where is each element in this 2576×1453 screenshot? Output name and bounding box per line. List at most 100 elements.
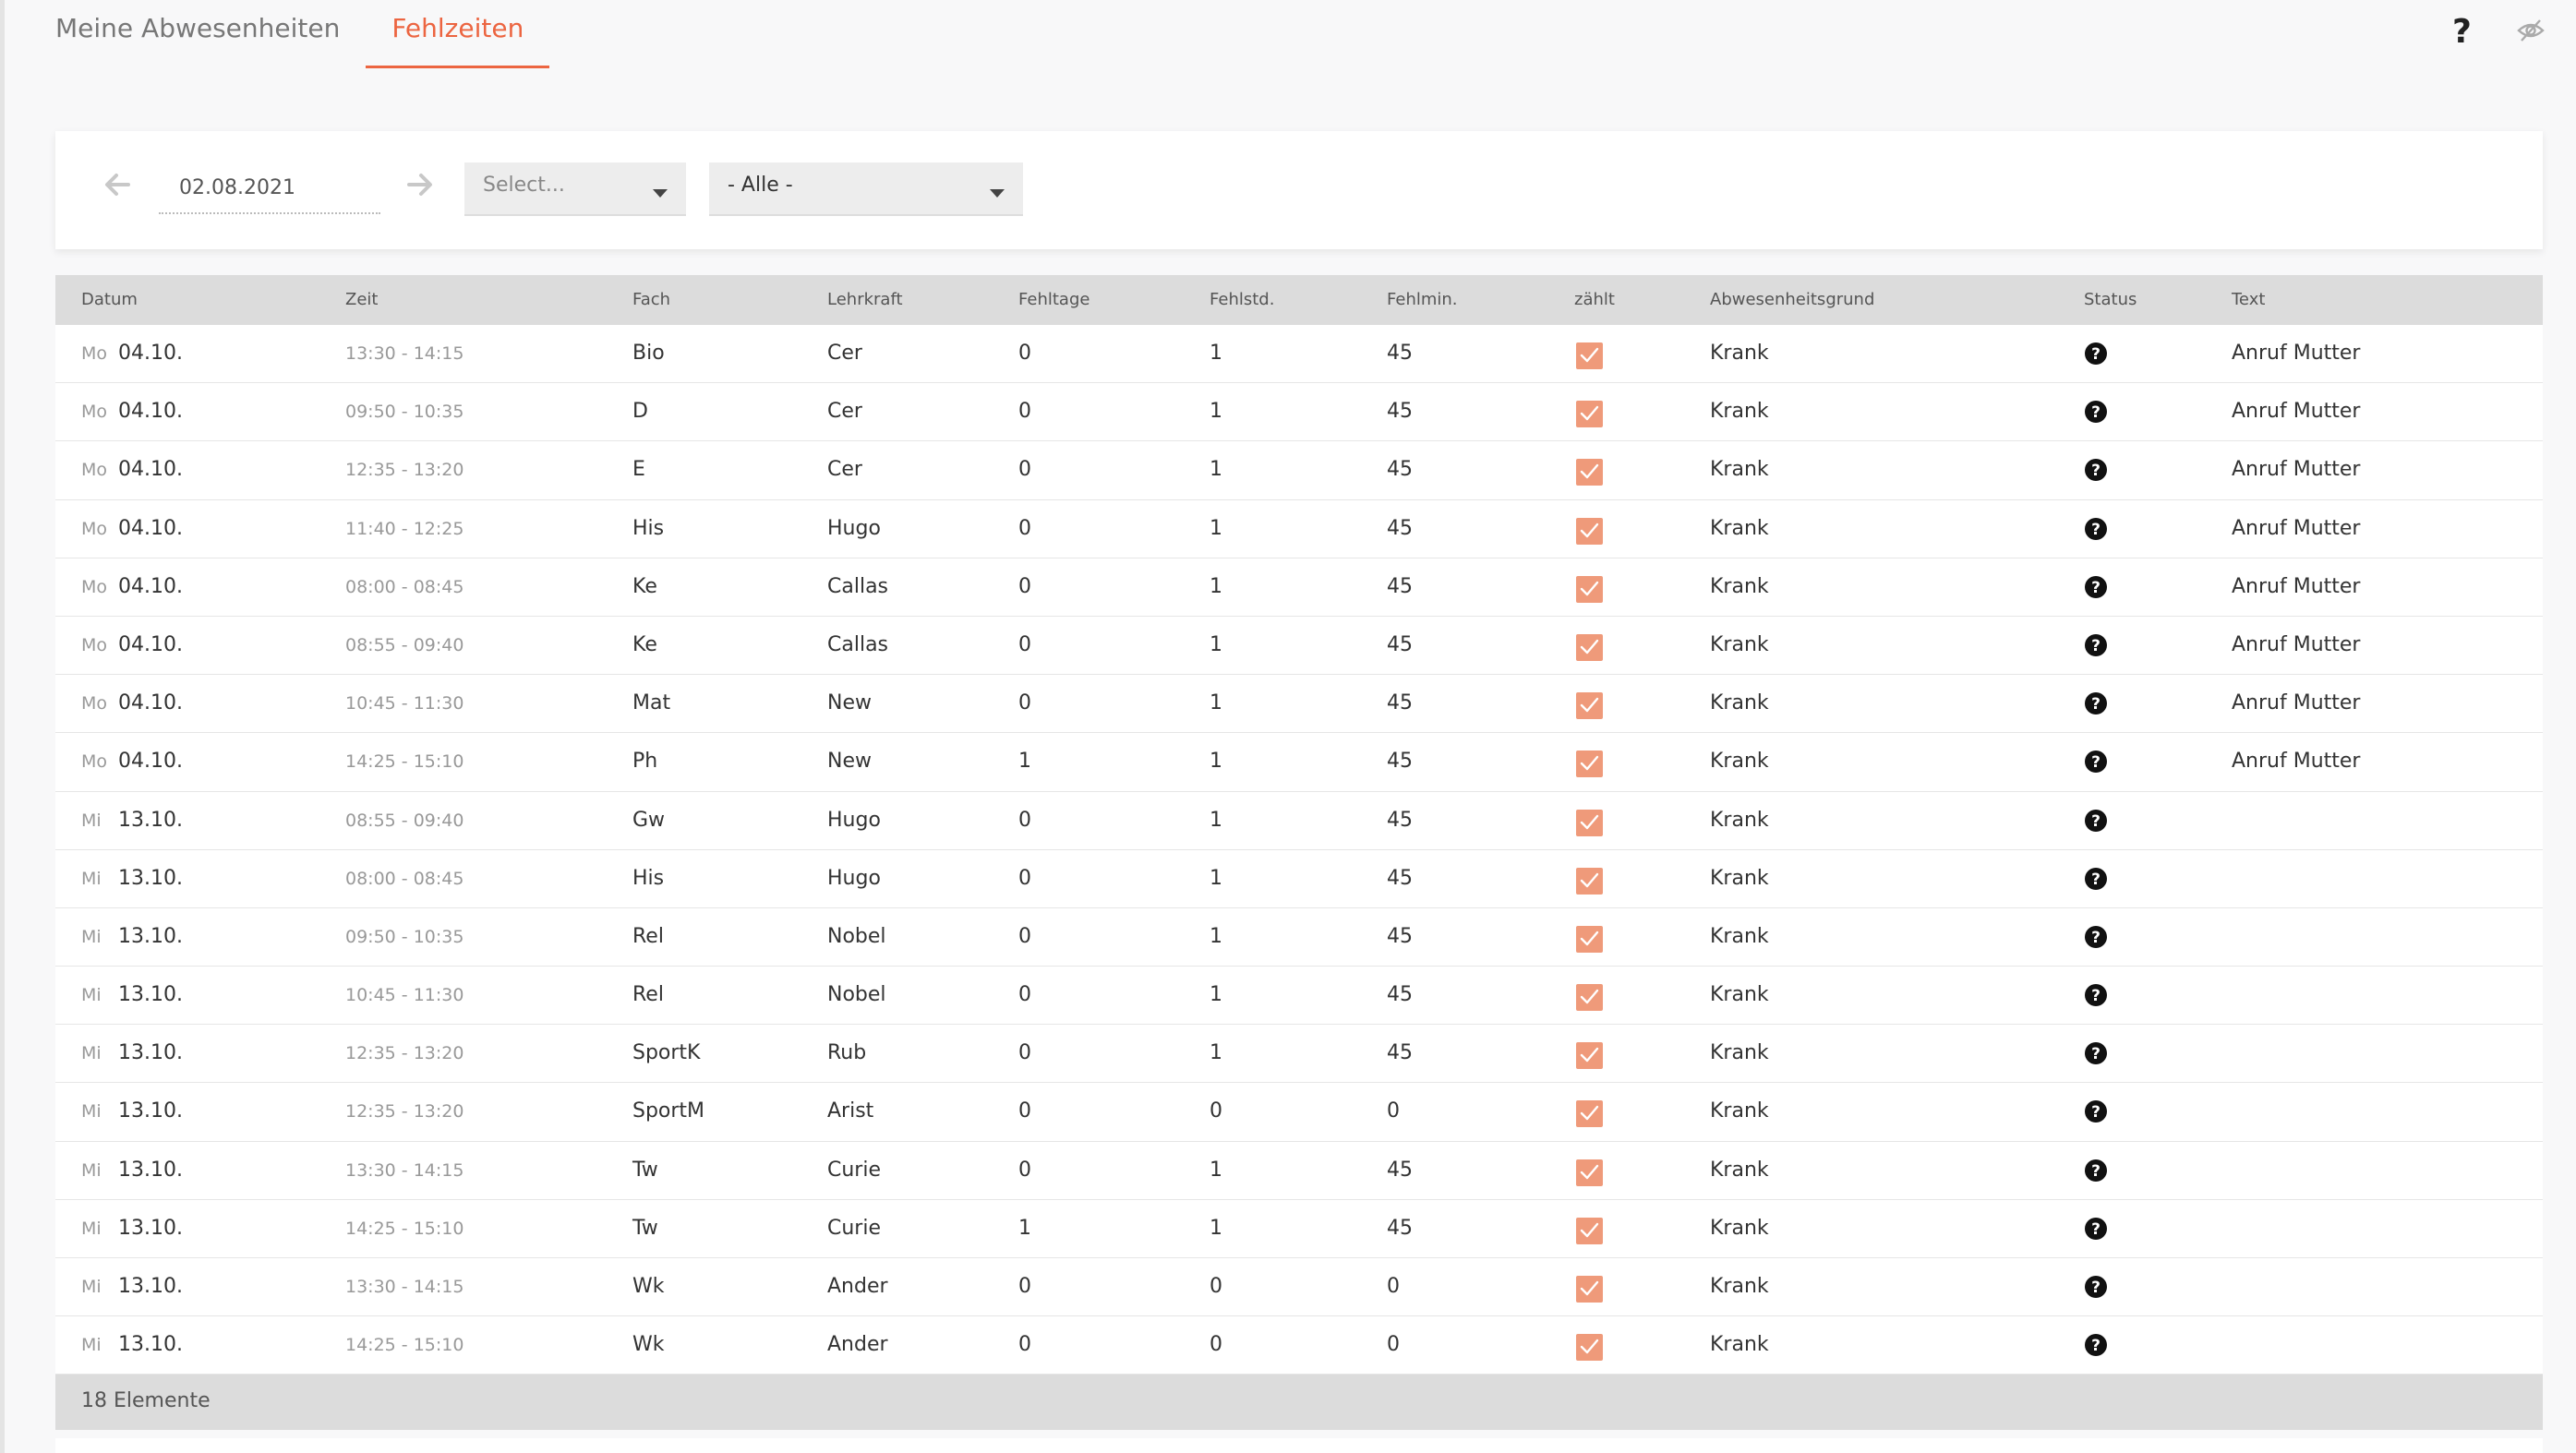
table-row[interactable]: Mi 13.10. 10:45 - 11:30 Rel Nobel 0 1 45 Krank? [55, 967, 2543, 1026]
table-row[interactable]: Mo 04.10. 10:45 - 11:30 Mat New 0 1 45 Krank? Anr… [55, 675, 2543, 734]
status-question-icon[interactable]: ? [2084, 575, 2108, 603]
table-row[interactable]: Mi 13.10. 08:00 - 08:45 His Hugo 0 1 45 Krank? [55, 849, 2543, 908]
zaehlt-checkbox[interactable] [1576, 692, 1603, 720]
zaehlt-checkbox[interactable] [1576, 517, 1603, 545]
th-fehlstd[interactable]: Fehlstd. [1210, 290, 1274, 309]
cell-weekday: Mi [81, 926, 102, 947]
date-input[interactable] [159, 162, 380, 214]
zaehlt-checkbox[interactable] [1576, 1334, 1603, 1362]
cell-abwesenheitsgrund: Krank [1710, 342, 1769, 365]
table-row[interactable]: Mo 04.10. 09:50 - 10:35 D Cer 0 1 45 Krank? Anruf… [55, 383, 2543, 442]
status-question-icon[interactable]: ? [2084, 342, 2108, 369]
cell-lehrkraft: New [827, 691, 872, 715]
zaehlt-checkbox[interactable] [1576, 1042, 1603, 1070]
absences-table: Datum Zeit Fach Lehrkraft Fehltage Fehlstd. Fe… [55, 275, 2543, 1431]
table-row[interactable]: Mo 04.10. 08:55 - 09:40 Ke Callas 0 1 45 Krank? A… [55, 616, 2543, 676]
zaehlt-checkbox[interactable] [1576, 925, 1603, 953]
filter-select[interactable]: - Alle - [709, 162, 1023, 216]
th-fach[interactable]: Fach [632, 290, 670, 309]
th-lehrkraft[interactable]: Lehrkraft [827, 290, 903, 309]
table-row[interactable]: Mi 13.10. 14:25 - 15:10 Wk Ander 0 0 0 Krank? [55, 1316, 2543, 1375]
cell-fehlstd: 1 [1210, 1216, 1222, 1240]
table-row[interactable]: Mo 04.10. 12:35 - 13:20 E Cer 0 1 45 Krank? Anruf… [55, 441, 2543, 500]
status-question-icon[interactable]: ? [2084, 983, 2108, 1011]
cell-fehlmin: 45 [1387, 632, 1413, 656]
cell-time: 13:30 - 14:15 [345, 1277, 464, 1297]
status-question-icon[interactable]: ? [2084, 1159, 2108, 1186]
cell-lehrkraft: Nobel [827, 924, 886, 948]
status-question-icon[interactable]: ? [2084, 517, 2108, 545]
tab-meine-abwesenheiten[interactable]: Meine Abwesenheiten [55, 0, 340, 68]
status-question-icon[interactable]: ? [2084, 1217, 2108, 1244]
cell-fehltage: 0 [1018, 808, 1031, 832]
zaehlt-checkbox[interactable] [1576, 401, 1603, 428]
th-status[interactable]: Status [2084, 290, 2137, 309]
zaehlt-checkbox[interactable] [1576, 1217, 1603, 1244]
status-question-icon[interactable]: ? [2084, 1099, 2108, 1127]
table-row[interactable]: Mi 13.10. 08:55 - 09:40 Gw Hugo 0 1 45 Krank? [55, 791, 2543, 850]
zaehlt-checkbox[interactable] [1576, 1276, 1603, 1303]
table-row[interactable]: Mi 13.10. 09:50 - 10:35 Rel Nobel 0 1 45 Krank? [55, 907, 2543, 967]
cell-date: 13.10. [118, 866, 183, 890]
arrow-left-icon[interactable] [103, 172, 131, 201]
cell-abwesenheitsgrund: Krank [1710, 458, 1769, 482]
cell-time: 12:35 - 13:20 [345, 460, 464, 481]
status-question-icon[interactable]: ? [2084, 1041, 2108, 1069]
cell-lehrkraft: Hugo [827, 808, 881, 832]
zaehlt-checkbox[interactable] [1576, 1159, 1603, 1186]
zaehlt-checkbox[interactable] [1576, 459, 1603, 486]
cell-abwesenheitsgrund: Krank [1710, 866, 1769, 890]
table-row[interactable]: Mo 04.10. 11:40 - 12:25 His Hugo 0 1 45 Krank? An… [55, 499, 2543, 558]
zaehlt-checkbox[interactable] [1576, 984, 1603, 1012]
table-row[interactable]: Mi 13.10. 13:30 - 14:15 Wk Ander 0 0 0 Krank? [55, 1258, 2543, 1317]
zaehlt-checkbox[interactable] [1576, 867, 1603, 895]
status-question-icon[interactable]: ? [2084, 867, 2108, 895]
status-question-icon[interactable]: ? [2084, 691, 2108, 719]
table-row[interactable]: Mi 13.10. 13:30 - 14:15 Tw Curie 0 1 45 Krank? [55, 1141, 2543, 1200]
th-abwesenheitsgrund[interactable]: Abwesenheitsgrund [1710, 290, 1874, 309]
table-row[interactable]: Mo 04.10. 14:25 - 15:10 Ph New 1 1 45 Krank? Anru… [55, 733, 2543, 792]
cell-fehlstd: 1 [1210, 342, 1222, 365]
zaehlt-checkbox[interactable] [1576, 809, 1603, 836]
th-datum[interactable]: Datum [81, 290, 138, 309]
th-fehltage[interactable]: Fehltage [1018, 290, 1089, 309]
status-question-icon[interactable]: ? [2084, 400, 2108, 427]
zaehlt-checkbox[interactable] [1576, 342, 1603, 369]
cell-date: 04.10. [118, 574, 183, 598]
th-text[interactable]: Text [2232, 290, 2265, 309]
status-question-icon[interactable]: ? [2084, 458, 2108, 486]
zaehlt-checkbox[interactable] [1576, 633, 1603, 661]
svg-text:?: ? [2091, 1162, 2101, 1181]
subject-select[interactable]: Select... [464, 162, 686, 216]
arrow-right-icon[interactable] [406, 172, 434, 201]
status-question-icon[interactable]: ? [2084, 633, 2108, 661]
cell-fach: Gw [632, 808, 666, 832]
table-row[interactable]: Mi 13.10. 12:35 - 13:20 SportM Arist 0 0 0 Krank… [55, 1083, 2543, 1142]
th-zaehlt[interactable]: zählt [1574, 290, 1615, 309]
zaehlt-checkbox[interactable] [1576, 1100, 1603, 1128]
svg-text:?: ? [2091, 1103, 2101, 1122]
cell-date: 04.10. [118, 750, 183, 774]
table-row[interactable]: Mo 04.10. 08:00 - 08:45 Ke Callas 0 1 45 Krank? A… [55, 558, 2543, 617]
status-question-icon[interactable]: ? [2084, 925, 2108, 953]
question-mark-icon[interactable]: ? [2452, 13, 2472, 51]
table-row[interactable]: Mi 13.10. 14:25 - 15:10 Tw Curie 1 1 45 Krank? [55, 1199, 2543, 1258]
eye-slash-icon[interactable] [2517, 18, 2545, 46]
th-zeit[interactable]: Zeit [345, 290, 378, 309]
zaehlt-checkbox[interactable] [1576, 751, 1603, 778]
zaehlt-checkbox[interactable] [1576, 575, 1603, 603]
status-question-icon[interactable]: ? [2084, 750, 2108, 777]
th-fehlmin[interactable]: Fehlmin. [1387, 290, 1458, 309]
table-row[interactable]: Mi 13.10. 12:35 - 13:20 SportK Rub 0 1 45 Krank? [55, 1025, 2543, 1084]
status-question-icon[interactable]: ? [2084, 809, 2108, 836]
cell-fach: E [632, 458, 645, 482]
cell-fehlmin: 45 [1387, 750, 1413, 774]
cell-lehrkraft: Nobel [827, 983, 886, 1007]
status-question-icon[interactable]: ? [2084, 1275, 2108, 1303]
svg-text:?: ? [2091, 637, 2101, 655]
table-row[interactable]: Mo 04.10. 13:30 - 14:15 Bio Cer 0 1 45 Krank? Anr… [55, 325, 2543, 384]
cell-date: 04.10. [118, 400, 183, 424]
cell-fehltage: 0 [1018, 458, 1031, 482]
tab-fehlzeiten[interactable]: Fehlzeiten [366, 0, 550, 68]
status-question-icon[interactable]: ? [2084, 1333, 2108, 1361]
